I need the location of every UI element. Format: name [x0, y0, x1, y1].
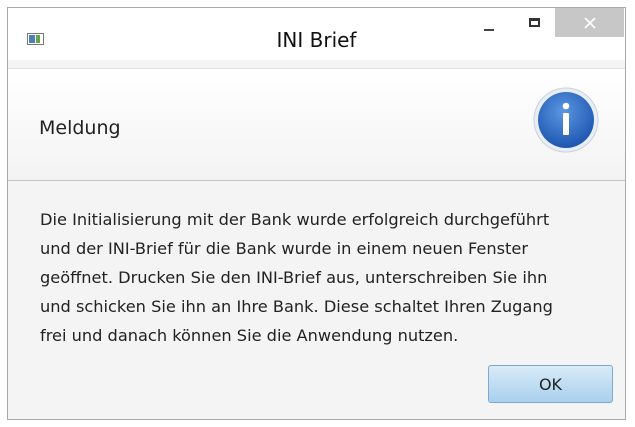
message-line: geöffnet. Drucken Sie den INI-Brief aus,…	[40, 268, 548, 287]
close-button[interactable]	[555, 8, 624, 37]
ok-button[interactable]: OK	[488, 365, 613, 403]
message-line: frei und danach können Sie die Anwendung…	[40, 326, 459, 345]
message-text: Die Initialisierung mit der Bank wurde e…	[40, 205, 610, 350]
dialog-header: Meldung	[8, 68, 625, 181]
message-line: Die Initialisierung mit der Bank wurde e…	[40, 210, 550, 229]
message-line: und der INI-Brief für die Bank wurde in …	[40, 239, 529, 258]
close-icon	[583, 16, 596, 29]
message-line: und schicken Sie ihn an Ihre Bank. Diese…	[40, 297, 553, 316]
maximize-button[interactable]	[517, 8, 552, 37]
header-title: Meldung	[39, 117, 121, 139]
title-bar[interactable]: INI Brief	[8, 8, 625, 60]
dialog-window: INI Brief Meldung Die Initialisierung mi…	[7, 7, 626, 420]
info-icon	[533, 87, 599, 153]
maximize-icon	[529, 18, 540, 27]
minimize-button[interactable]	[471, 8, 506, 37]
minimize-icon	[483, 28, 494, 31]
